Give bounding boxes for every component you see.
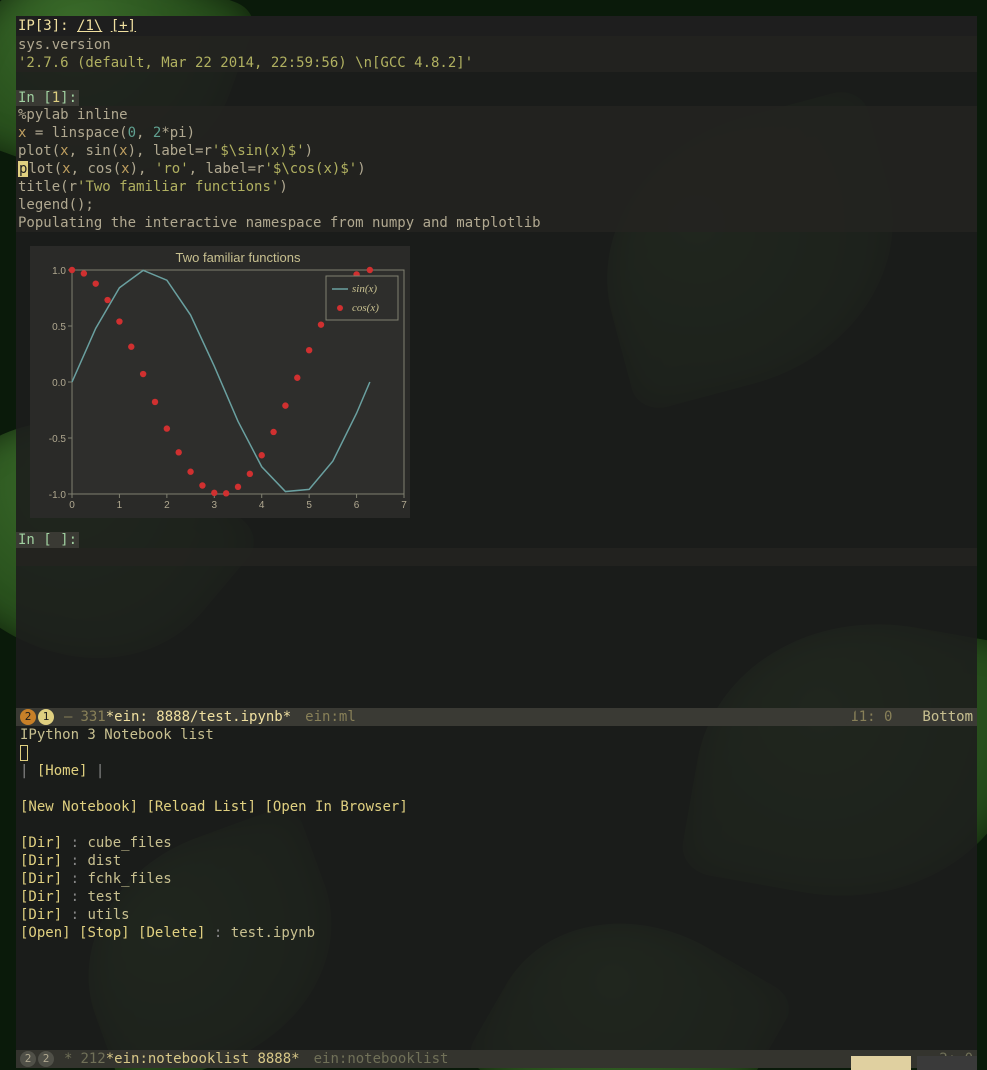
stop-button[interactable]: [Stop] — [79, 925, 130, 941]
svg-text:5: 5 — [306, 500, 312, 511]
svg-text:2: 2 — [164, 500, 170, 511]
new-notebook-button[interactable]: [New Notebook] — [20, 799, 138, 815]
svg-text:0: 0 — [69, 500, 75, 511]
modeline-top: 2 1 — 331 *ein: 8888/test.ipynb* ein:ml … — [16, 708, 977, 726]
cell-2-source[interactable] — [16, 548, 977, 566]
tab-add[interactable]: [+] — [111, 18, 136, 34]
nb-list-title: IPython 3 Notebook list — [20, 726, 973, 744]
vc-badge: 2 — [20, 709, 36, 725]
cell-1-source[interactable]: %pylab inline x = linspace(0, 2*pi) plot… — [16, 106, 977, 232]
svg-text:Two familiar functions: Two familiar functions — [176, 250, 301, 265]
home-link[interactable]: [Home] — [37, 763, 88, 779]
buffer-name-2: *ein:notebooklist 8888* — [106, 1050, 300, 1068]
reload-list-button[interactable]: [Reload List] — [146, 799, 256, 815]
svg-text:7: 7 — [401, 500, 407, 511]
notebook-pane: IP[3]: /1\ [+] sys.version '2.7.6 (defau… — [16, 16, 977, 708]
svg-text:sin(x): sin(x) — [352, 283, 377, 295]
taskbar-thumb[interactable] — [917, 1056, 977, 1070]
dir-entry[interactable]: [Dir] : test — [20, 888, 973, 906]
plot-output: Two familiar functions -1.0 -0.5 0.0 0.5 1.0 0… — [30, 246, 410, 518]
dir-entry[interactable]: [Dir] : fchk_files — [20, 870, 973, 888]
scroll-pos: Bottom — [922, 708, 973, 726]
buffer-name: *ein: 8888/test.ipynb* — [106, 708, 291, 726]
delete-button[interactable]: [Delete] — [138, 925, 205, 941]
modeline-bottom: 2 2 * 212 *ein:notebooklist 8888* ein:no… — [16, 1050, 977, 1068]
buffer-badge: 1 — [38, 709, 54, 725]
svg-text:1: 1 — [117, 500, 123, 511]
svg-text:-1.0: -1.0 — [49, 490, 67, 501]
open-in-browser-button[interactable]: [Open In Browser] — [264, 799, 407, 815]
dir-entry[interactable]: [Dir] : dist — [20, 852, 973, 870]
svg-text:0.0: 0.0 — [52, 378, 66, 389]
tab-active[interactable]: /1\ — [77, 18, 102, 34]
cell-1-stdout: Populating the interactive namespace fro… — [18, 215, 541, 231]
svg-text:1.0: 1.0 — [52, 266, 66, 277]
open-button[interactable]: [Open] — [20, 925, 71, 941]
major-mode: ein:ml — [305, 708, 356, 726]
notebook-file-name: test.ipynb — [231, 925, 315, 941]
tab-prefix: IP[3]: — [18, 18, 69, 34]
major-mode-2: ein:notebooklist — [314, 1050, 449, 1068]
cursor: p — [18, 161, 28, 177]
cell-0[interactable]: sys.version '2.7.6 (default, Mar 22 2014… — [16, 36, 977, 72]
svg-text:4: 4 — [259, 500, 265, 511]
dir-entry[interactable]: [Dir] : utils — [20, 906, 973, 924]
taskbar-thumb[interactable] — [851, 1056, 911, 1070]
dir-entry[interactable]: [Dir] : cube_files — [20, 834, 973, 852]
svg-text:cos(x): cos(x) — [352, 302, 379, 314]
svg-text:3: 3 — [212, 500, 218, 511]
cursor-bottom — [20, 745, 28, 761]
svg-text:6: 6 — [354, 500, 360, 511]
svg-text:0.5: 0.5 — [52, 322, 66, 333]
tab-bar: IP[3]: /1\ [+] — [16, 16, 977, 36]
svg-text:-0.5: -0.5 — [49, 434, 67, 445]
cell-2-prompt: In [ ]: — [16, 532, 977, 548]
code-line: sys.version — [18, 37, 111, 53]
taskbar — [851, 1056, 977, 1070]
cell-1-prompt: In [1]: — [16, 90, 977, 106]
output-line: '2.7.6 (default, Mar 22 2014, 22:59:56) … — [18, 55, 473, 71]
notebooklist-pane: IPython 3 Notebook list | [Home] | [New … — [16, 726, 977, 1050]
